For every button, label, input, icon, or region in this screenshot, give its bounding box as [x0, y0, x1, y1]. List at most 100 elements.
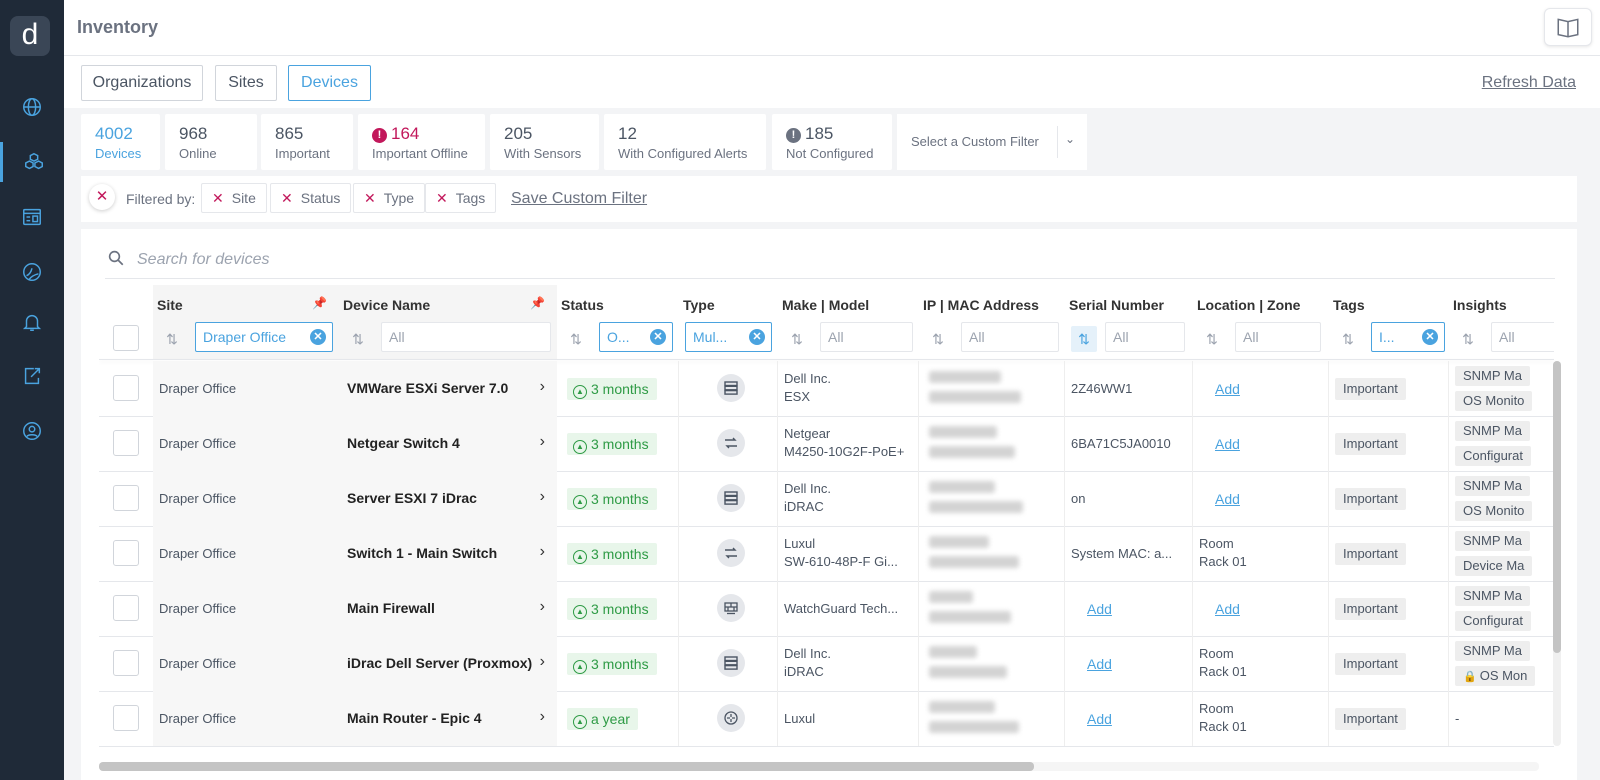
device-name[interactable]: Switch 1 - Main Switch	[347, 545, 497, 561]
sort-icon[interactable]: ⇅	[784, 326, 810, 352]
add-serial-link[interactable]: Add	[1087, 656, 1112, 672]
nav-network-globe-icon[interactable]	[0, 252, 64, 292]
tag-badge[interactable]: Important	[1335, 708, 1406, 730]
table-row[interactable]: Draper Office VMWare ESXi Server 7.0 › ▲ 3…	[99, 361, 1554, 417]
add-location-link[interactable]: Add	[1215, 601, 1240, 617]
row-checkbox[interactable]	[113, 540, 139, 566]
tag-badge[interactable]: Important	[1335, 598, 1406, 620]
remove-icon[interactable]: ✕	[436, 190, 448, 207]
device-name-cell[interactable]: VMWare ESXi Server 7.0 ›	[339, 361, 557, 416]
sort-icon[interactable]: ⇅	[563, 326, 589, 352]
table-row[interactable]: Draper Office Main Firewall › ▲ 3 months W…	[99, 581, 1554, 637]
device-name[interactable]: Netgear Switch 4	[347, 435, 460, 451]
insight-badge[interactable]: Configurat	[1455, 611, 1531, 631]
sort-icon[interactable]: ⇅	[1455, 326, 1481, 352]
stat-with-sensors[interactable]: 205 With Sensors	[490, 114, 599, 170]
table-row[interactable]: Draper Office Netgear Switch 4 › ▲ 3 month…	[99, 416, 1554, 472]
device-name-cell[interactable]: Switch 1 - Main Switch ›	[339, 526, 557, 581]
clear-icon[interactable]: ✕	[650, 329, 666, 345]
tab-sites[interactable]: Sites	[215, 65, 277, 101]
status-filter-input[interactable]: O... ✕	[599, 322, 673, 352]
device-name-filter-input[interactable]: All	[381, 322, 551, 352]
row-checkbox[interactable]	[113, 375, 139, 401]
sort-icon[interactable]: ⇅	[345, 326, 371, 352]
insight-badge[interactable]: SNMP Ma	[1455, 531, 1530, 551]
custom-filter-select[interactable]: Select a Custom Filter ⌄	[897, 114, 1087, 170]
filter-chip-type[interactable]: ✕ Type	[353, 183, 426, 213]
device-name-cell[interactable]: Netgear Switch 4 ›	[339, 416, 557, 471]
chevron-right-icon[interactable]: ›	[540, 708, 545, 726]
select-all-checkbox[interactable]	[113, 325, 139, 351]
device-name[interactable]: Server ESXI 7 iDrac	[347, 490, 477, 506]
insights-filter-input[interactable]: All	[1491, 322, 1554, 352]
remove-icon[interactable]: ✕	[212, 190, 224, 207]
insight-badge[interactable]: SNMP Ma	[1455, 421, 1530, 441]
insight-badge[interactable]: SNMP Ma	[1455, 586, 1530, 606]
insight-badge[interactable]: SNMP Ma	[1455, 641, 1530, 661]
insight-badge[interactable]: SNMP Ma	[1455, 476, 1530, 496]
clear-icon[interactable]: ✕	[1422, 329, 1438, 345]
add-serial-link[interactable]: Add	[1087, 601, 1112, 617]
row-checkbox[interactable]	[113, 485, 139, 511]
stat-online[interactable]: 968 Online	[165, 114, 257, 170]
chevron-right-icon[interactable]: ›	[540, 433, 545, 451]
device-name[interactable]: Main Router - Epic 4	[347, 710, 482, 726]
insight-badge[interactable]: OS Monito	[1455, 391, 1533, 411]
device-name[interactable]: VMWare ESXi Server 7.0	[347, 380, 508, 396]
filter-chip-tags[interactable]: ✕ Tags	[425, 183, 497, 213]
pin-icon[interactable]: 📌	[530, 296, 545, 310]
stat-important-offline[interactable]: ! 164 Important Offline	[358, 114, 485, 170]
sort-icon[interactable]: ⇅	[925, 326, 951, 352]
nav-dashboard-icon[interactable]	[0, 197, 64, 237]
row-checkbox[interactable]	[113, 705, 139, 731]
device-name-cell[interactable]: iDrac Dell Server (Proxmox) ›	[339, 636, 557, 691]
stat-not-configured[interactable]: ! 185 Not Configured	[772, 114, 892, 170]
clear-icon[interactable]: ✕	[310, 329, 326, 345]
device-name[interactable]: iDrac Dell Server (Proxmox)	[347, 655, 532, 671]
nav-export-icon[interactable]	[0, 356, 64, 396]
tag-badge[interactable]: Important	[1335, 543, 1406, 565]
device-name-cell[interactable]: Main Router - Epic 4 ›	[339, 691, 557, 746]
nav-support-icon[interactable]	[0, 411, 64, 451]
chevron-right-icon[interactable]: ›	[540, 488, 545, 506]
add-location-link[interactable]: Add	[1215, 381, 1240, 397]
stat-devices[interactable]: 4002 Devices	[81, 114, 160, 170]
chevron-right-icon[interactable]: ›	[540, 598, 545, 616]
tag-badge[interactable]: Important	[1335, 433, 1406, 455]
add-location-link[interactable]: Add	[1215, 436, 1240, 452]
tag-badge[interactable]: Important	[1335, 653, 1406, 675]
row-checkbox[interactable]	[113, 650, 139, 676]
search-input[interactable]	[137, 247, 737, 273]
tab-devices[interactable]: Devices	[288, 65, 371, 101]
tag-badge[interactable]: Important	[1335, 488, 1406, 510]
sort-icon[interactable]: ⇅	[159, 326, 185, 352]
stat-configured-alerts[interactable]: 12 With Configured Alerts	[604, 114, 766, 170]
insight-badge[interactable]: OS Monito	[1455, 501, 1533, 521]
docs-button[interactable]	[1544, 8, 1592, 46]
table-row[interactable]: Draper Office iDrac Dell Server (Proxmox…	[99, 636, 1554, 692]
table-row[interactable]: Draper Office Switch 1 - Main Switch › ▲ 3…	[99, 526, 1554, 582]
refresh-data-link[interactable]: Refresh Data	[1482, 74, 1576, 92]
make-model-filter-input[interactable]: All	[820, 322, 913, 352]
type-filter-input[interactable]: Mul... ✕	[685, 322, 772, 352]
chevron-right-icon[interactable]: ›	[540, 543, 545, 561]
chevron-right-icon[interactable]: ›	[540, 653, 545, 671]
insight-badge[interactable]: Configurat	[1455, 446, 1531, 466]
pin-icon[interactable]: 📌	[312, 296, 327, 310]
device-name-cell[interactable]: Server ESXI 7 iDrac ›	[339, 471, 557, 526]
insight-badge[interactable]: SNMP Ma	[1455, 366, 1530, 386]
row-checkbox[interactable]	[113, 595, 139, 621]
tag-badge[interactable]: Important	[1335, 378, 1406, 400]
table-row[interactable]: Draper Office Main Router - Epic 4 › ▲ a y…	[99, 691, 1554, 747]
horizontal-scrollbar[interactable]	[99, 762, 1539, 771]
site-filter-input[interactable]: Draper Office ✕	[195, 322, 333, 352]
add-location-link[interactable]: Add	[1215, 491, 1240, 507]
device-name[interactable]: Main Firewall	[347, 600, 435, 616]
remove-icon[interactable]: ✕	[364, 190, 376, 207]
chevron-right-icon[interactable]: ›	[540, 378, 545, 396]
stat-important[interactable]: 865 Important	[261, 114, 353, 170]
add-serial-link[interactable]: Add	[1087, 711, 1112, 727]
clear-filters-button[interactable]: ✕	[89, 184, 115, 210]
filter-chip-site[interactable]: ✕ Site	[201, 183, 267, 213]
vertical-scrollbar[interactable]	[1553, 361, 1561, 746]
